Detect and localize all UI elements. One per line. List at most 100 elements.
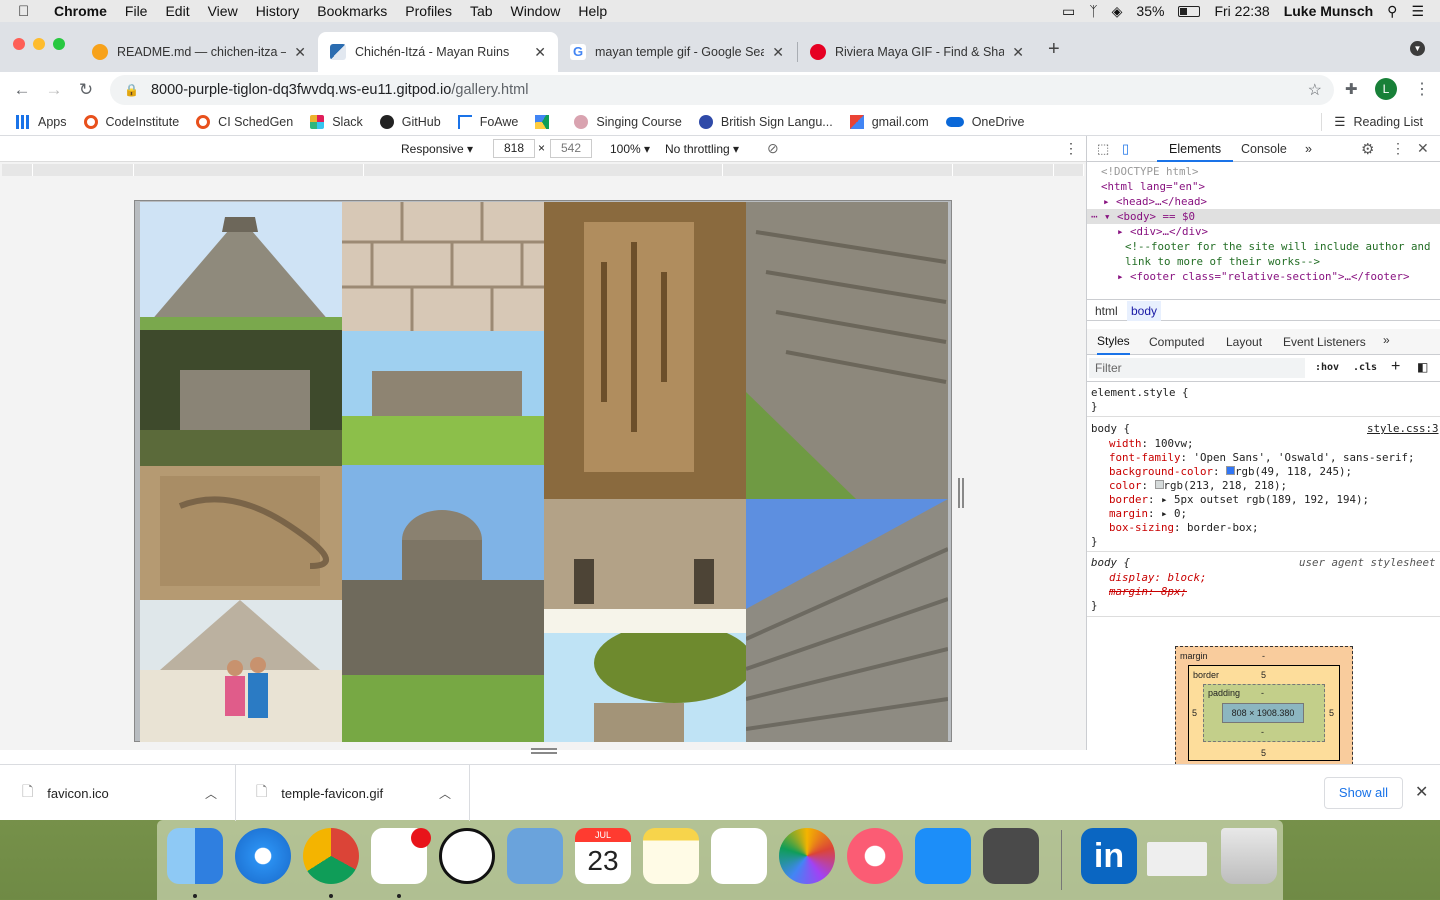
ruins-platform-photo[interactable] (140, 330, 342, 466)
spotlight-search-icon[interactable]: ⚲ (1387, 3, 1397, 20)
menu-file[interactable]: File (125, 3, 148, 19)
dom-head-node[interactable]: ▸ <head>…</head> (1103, 194, 1207, 209)
media-query-segment[interactable] (134, 164, 364, 176)
system-preferences-icon[interactable] (983, 828, 1039, 884)
download-options-chevron-icon[interactable]: ︿ (439, 785, 451, 802)
viewport-resize-handle-bottom[interactable] (531, 748, 557, 754)
bookmark-british-sign-language[interactable]: British Sign Langu... (698, 114, 833, 129)
stone-wall-photo[interactable] (342, 202, 544, 331)
tab-console[interactable]: Console (1237, 136, 1291, 162)
bookmark-github[interactable]: GitHub (379, 114, 441, 129)
download-item-favicon[interactable]: 🗋 favicon.ico ︿ (0, 765, 236, 821)
dom-body-node[interactable]: ⋯ ▾ <body> == $0 (1091, 209, 1195, 224)
bookmark-ci-schedgen[interactable]: CI SchedGen (196, 114, 293, 129)
window-zoom-button[interactable] (53, 38, 65, 50)
menubar-user[interactable]: Luke Munsch (1284, 3, 1373, 19)
tab-elements[interactable]: Elements (1157, 136, 1234, 162)
tab-close-icon[interactable]: ✕ (1012, 44, 1024, 61)
music-icon[interactable] (847, 828, 903, 884)
tab-search-chevron-icon[interactable]: ▼ (1410, 41, 1425, 56)
more-tabs-icon[interactable]: » (1305, 136, 1312, 162)
bluetooth-icon[interactable]: ᛉ (1089, 3, 1097, 19)
device-toggle-icon[interactable]: ▯ (1122, 141, 1129, 157)
apple-menu-icon[interactable]:  (18, 3, 38, 20)
nunnery-facade-photo[interactable] (544, 499, 746, 633)
menu-bookmarks[interactable]: Bookmarks (317, 3, 387, 19)
menu-help[interactable]: Help (578, 3, 607, 19)
back-arrow-icon[interactable]: ← (12, 80, 32, 100)
dom-comment-cont[interactable]: link to more of their works--> (1125, 254, 1320, 269)
add-rule-plus-icon[interactable]: + (1391, 358, 1400, 376)
calendar-icon[interactable]: JUL 23 (575, 828, 631, 884)
viewport-height-input[interactable]: 542 (550, 139, 592, 158)
reading-list-button[interactable]: ☰ Reading List (1321, 112, 1423, 131)
viewport-width-input[interactable]: 818 (493, 139, 535, 158)
media-query-segment[interactable] (1054, 164, 1084, 176)
css-prop-font-family[interactable]: font-family: 'Open Sans', 'Oswald', sans… (1109, 451, 1415, 465)
battery-icon[interactable] (1178, 5, 1201, 17)
cls-toggle[interactable]: .cls (1353, 362, 1377, 373)
chrome-minimized-window-icon[interactable] (1147, 842, 1207, 876)
tab-close-icon[interactable]: ✕ (534, 44, 546, 61)
settings-gear-icon[interactable]: ⚙ (1361, 140, 1374, 158)
rotate-icon[interactable]: ⊘ (767, 140, 779, 157)
tab-computed[interactable]: Computed (1149, 335, 1204, 349)
menu-profiles[interactable]: Profiles (405, 3, 452, 19)
tab-event-listeners[interactable]: Event Listeners (1283, 335, 1366, 349)
tab-layout[interactable]: Layout (1226, 335, 1262, 349)
css-prop-margin[interactable]: margin: ▸ 0; (1109, 507, 1187, 521)
reload-icon[interactable]: ↻ (76, 80, 96, 100)
chrome-menu-icon[interactable]: ⋮ (1414, 79, 1430, 99)
download-options-chevron-icon[interactable]: ︿ (205, 785, 217, 802)
styles-filter-input[interactable]: Filter (1089, 358, 1305, 378)
menu-window[interactable]: Window (511, 3, 561, 19)
dom-doctype[interactable]: <!DOCTYPE html> (1101, 164, 1199, 179)
viewport-resize-handle-right[interactable] (958, 478, 964, 508)
body-rule-selector[interactable]: body { (1091, 422, 1130, 436)
tourists-at-pyramid-photo[interactable] (140, 600, 342, 742)
wifi-icon[interactable]: ◈ (1112, 3, 1123, 20)
safari-icon[interactable] (235, 828, 291, 884)
media-query-segment[interactable] (953, 164, 1054, 176)
carved-stone-photo[interactable] (140, 466, 342, 600)
forward-arrow-icon[interactable]: → (44, 80, 64, 100)
trash-icon[interactable] (1221, 828, 1277, 884)
bookmark-star-icon[interactable]: ☆ (1308, 80, 1322, 100)
tab-readme[interactable]: README.md — chichen-itza — ✕ (80, 32, 318, 72)
device-toolbar-menu-icon[interactable]: ⋮ (1064, 140, 1078, 157)
media-query-segment[interactable] (33, 164, 134, 176)
bookmark-apps[interactable]: Apps (16, 114, 67, 129)
smiley-app-icon[interactable] (439, 828, 495, 884)
app-store-icon[interactable] (915, 828, 971, 884)
tab-google-search[interactable]: G mayan temple gif - Google Sea ✕ (558, 32, 796, 72)
tab-chichen-itza[interactable]: Chichén-Itzá - Mayan Ruins ✕ (318, 32, 558, 72)
bookmark-gmail[interactable]: gmail.com (849, 114, 929, 129)
device-mode-select[interactable]: Responsive ▾ (401, 142, 473, 156)
tab-styles[interactable]: Styles (1097, 329, 1130, 355)
airplay-icon[interactable]: ▭ (1062, 3, 1075, 20)
serpent-staircase-photo[interactable] (746, 202, 948, 499)
tab-close-icon[interactable]: ✕ (772, 44, 784, 61)
pyramid-steps-closeup-photo[interactable] (746, 499, 948, 742)
profile-avatar[interactable]: L (1375, 78, 1397, 100)
cenote-cave-photo[interactable] (544, 202, 746, 499)
tab-pinterest[interactable]: Riviera Maya GIF - Find & Shar ✕ (798, 32, 1036, 72)
throttling-select[interactable]: No throttling ▾ (665, 142, 739, 156)
css-prop-color[interactable]: color: rgb(213, 218, 218); (1109, 479, 1287, 493)
more-style-tabs-icon[interactable]: » (1383, 333, 1390, 347)
window-close-button[interactable] (13, 38, 25, 50)
window-minimize-button[interactable] (33, 38, 45, 50)
color-swatch[interactable] (1154, 480, 1164, 489)
bookmark-google-drive[interactable] (535, 114, 557, 129)
linkedin-icon[interactable]: in (1081, 828, 1137, 884)
chrome-icon[interactable] (303, 828, 359, 884)
media-query-segment[interactable] (723, 164, 953, 176)
photos-icon[interactable] (779, 828, 835, 884)
mail-stamp-icon[interactable] (507, 828, 563, 884)
ua-prop-margin-overridden[interactable]: margin: 8px; (1109, 585, 1187, 599)
battery-percent[interactable]: 35% (1136, 3, 1164, 19)
hov-toggle[interactable]: :hov (1315, 362, 1339, 373)
css-prop-width[interactable]: width: 100vw; (1109, 437, 1194, 451)
zoom-select[interactable]: 100% ▾ (610, 142, 650, 156)
menu-tab[interactable]: Tab (470, 3, 493, 19)
